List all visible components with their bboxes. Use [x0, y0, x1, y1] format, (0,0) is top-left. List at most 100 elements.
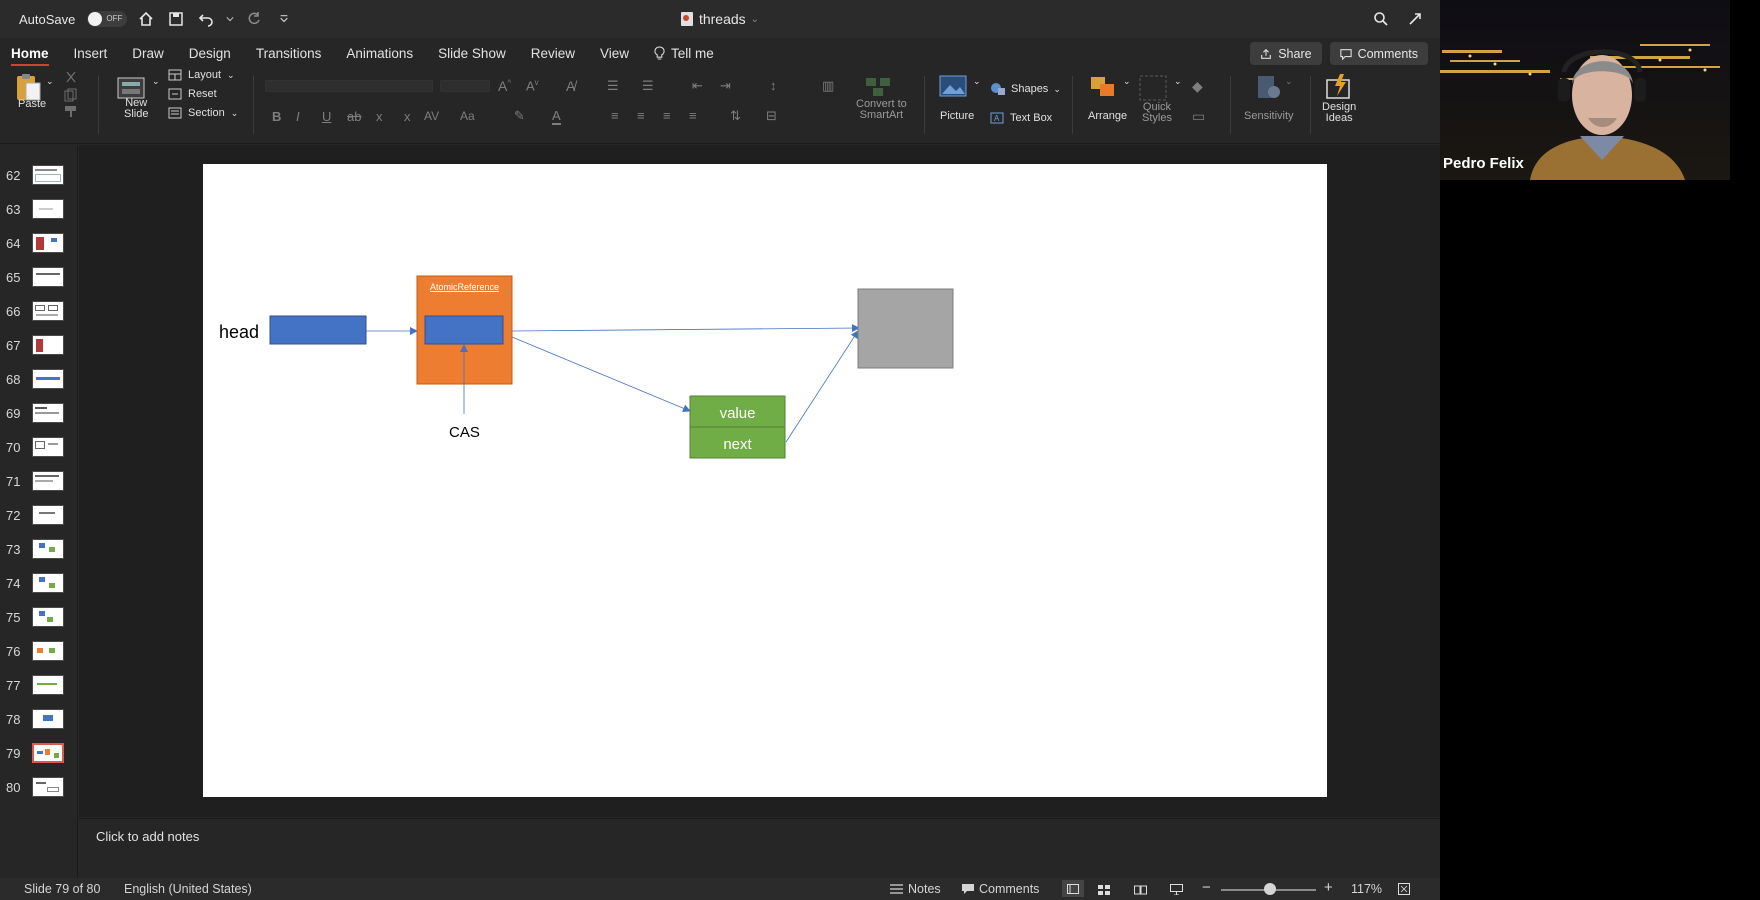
share-button[interactable]: Share: [1250, 42, 1322, 65]
atomic-to-node-arrow[interactable]: [511, 336, 691, 413]
copy-icon[interactable]: [64, 88, 78, 102]
align-left-icon[interactable]: ≡: [611, 108, 619, 123]
clear-format-icon[interactable]: A̸: [566, 78, 575, 94]
bullets-icon[interactable]: ☰: [607, 78, 619, 94]
tab-animations[interactable]: Animations: [346, 46, 413, 61]
tab-slide-show[interactable]: Slide Show: [438, 46, 506, 61]
convert-smartart-label[interactable]: Convert to SmartArt: [856, 99, 907, 121]
thumbnail-68[interactable]: 68: [0, 366, 78, 396]
numbering-icon[interactable]: ☰: [642, 78, 654, 94]
thumbnail-73[interactable]: 73: [0, 536, 78, 566]
columns-icon[interactable]: ▥: [822, 78, 834, 94]
subscript-icon[interactable]: x: [376, 109, 383, 124]
arrange-dropdown-icon[interactable]: ⌄: [1123, 76, 1131, 87]
thumbnail-70[interactable]: 70: [0, 434, 78, 464]
comments-button[interactable]: Comments: [1329, 42, 1428, 65]
target-node-box[interactable]: [857, 288, 954, 369]
thumbnail-80[interactable]: 80: [0, 774, 78, 804]
align-center-icon[interactable]: ≡: [637, 108, 645, 123]
paste-dropdown-icon[interactable]: ⌄: [46, 76, 54, 87]
thumbnail-75[interactable]: 75: [0, 604, 78, 634]
font-size-dropdown[interactable]: [440, 80, 490, 92]
head-box[interactable]: [269, 315, 367, 345]
picture-icon[interactable]: [938, 74, 968, 98]
tell-me-search[interactable]: Tell me: [654, 46, 714, 61]
picture-dropdown-icon[interactable]: ⌄: [973, 76, 981, 87]
strikethrough-icon[interactable]: ab: [347, 109, 361, 124]
thumbnail-62[interactable]: 62: [0, 162, 78, 192]
smartart-icon[interactable]: [864, 74, 894, 98]
zoom-slider-handle[interactable]: [1264, 883, 1276, 895]
text-direction-icon[interactable]: ⇅: [730, 108, 741, 124]
tab-view[interactable]: View: [600, 46, 629, 61]
undo-dropdown-icon[interactable]: [225, 8, 235, 30]
reading-view-icon[interactable]: [1134, 884, 1147, 898]
thumbnail-79[interactable]: 79: [0, 740, 78, 770]
new-slide-dropdown-icon[interactable]: ⌄: [152, 76, 160, 87]
tab-design[interactable]: Design: [189, 46, 231, 61]
superscript-icon[interactable]: x: [404, 109, 411, 124]
autosave-toggle[interactable]: OFF: [87, 11, 128, 27]
thumbnail-77[interactable]: 77: [0, 672, 78, 702]
thumbnail-64[interactable]: 64: [0, 230, 78, 260]
language-indicator[interactable]: English (United States): [124, 882, 252, 896]
undo-icon[interactable]: [195, 8, 217, 30]
italic-icon[interactable]: I: [296, 109, 300, 124]
normal-view-icon[interactable]: [1062, 880, 1084, 897]
highlight-icon[interactable]: ✎: [514, 108, 525, 124]
slideshow-icon[interactable]: [1170, 884, 1183, 898]
shape-outline-icon[interactable]: ▭: [1192, 108, 1205, 125]
decrease-font-icon[interactable]: Av: [526, 78, 539, 93]
zoom-out-button[interactable]: −: [1202, 879, 1211, 896]
quick-styles-icon[interactable]: [1138, 74, 1170, 102]
zoom-level[interactable]: 117%: [1351, 882, 1382, 896]
format-painter-icon[interactable]: [64, 105, 78, 119]
font-color-icon[interactable]: A: [552, 108, 561, 125]
thumbnail-67[interactable]: 67: [0, 332, 78, 362]
text-box-button[interactable]: A Text Box: [990, 112, 1052, 124]
notes-pane[interactable]: Click to add notes: [79, 818, 1440, 878]
thumbnail-76[interactable]: 76: [0, 638, 78, 668]
atomic-to-gray-arrow[interactable]: [511, 324, 860, 333]
atomic-reference-value-box[interactable]: [424, 315, 504, 345]
thumbnail-78[interactable]: 78: [0, 706, 78, 736]
share-profile-icon[interactable]: [1404, 8, 1426, 30]
bold-icon[interactable]: B: [272, 109, 281, 124]
section-button[interactable]: Section ⌄: [168, 107, 238, 119]
tab-review[interactable]: Review: [531, 46, 575, 61]
sensitivity-dropdown-icon[interactable]: ⌄: [1285, 76, 1293, 87]
font-name-dropdown[interactable]: [265, 80, 433, 92]
justify-icon[interactable]: ≡: [689, 108, 697, 123]
thumbnail-74[interactable]: 74: [0, 570, 78, 600]
sensitivity-icon[interactable]: [1254, 74, 1282, 102]
redo-icon[interactable]: [243, 8, 265, 30]
arrange-icon[interactable]: [1088, 74, 1118, 100]
slide-canvas[interactable]: head AtomicReference CAS value next: [203, 164, 1327, 797]
tab-home[interactable]: Home: [11, 46, 49, 66]
shapes-button[interactable]: Shapes ⌄: [990, 82, 1061, 96]
thumbnail-71[interactable]: 71: [0, 468, 78, 498]
change-case-icon[interactable]: Aa: [460, 109, 475, 123]
tab-transitions[interactable]: Transitions: [256, 46, 322, 61]
thumbnail-69[interactable]: 69: [0, 400, 78, 430]
decrease-indent-icon[interactable]: ⇤: [692, 78, 703, 94]
save-icon[interactable]: [165, 8, 187, 30]
next-to-gray-arrow[interactable]: [785, 330, 859, 443]
thumbnail-72[interactable]: 72: [0, 502, 78, 532]
increase-font-icon[interactable]: A^: [498, 78, 511, 94]
shape-fill-icon[interactable]: ◆: [1192, 78, 1203, 95]
home-icon[interactable]: [135, 8, 157, 30]
underline-icon[interactable]: U: [322, 109, 331, 124]
notes-placeholder[interactable]: Click to add notes: [96, 829, 199, 844]
fit-to-window-icon[interactable]: [1398, 883, 1410, 898]
line-spacing-icon[interactable]: ↕: [770, 78, 777, 93]
design-ideas-icon[interactable]: [1324, 72, 1354, 102]
thumbnail-66[interactable]: 66: [0, 298, 78, 328]
comments-toggle[interactable]: Comments: [962, 882, 1039, 896]
tab-insert[interactable]: Insert: [74, 46, 108, 61]
tab-draw[interactable]: Draw: [132, 46, 164, 61]
notes-toggle[interactable]: Notes: [890, 882, 941, 896]
quick-styles-dropdown-icon[interactable]: ⌄: [1174, 76, 1182, 87]
layout-button[interactable]: Layout ⌄: [168, 69, 235, 81]
customize-toolbar-icon[interactable]: [273, 8, 295, 30]
